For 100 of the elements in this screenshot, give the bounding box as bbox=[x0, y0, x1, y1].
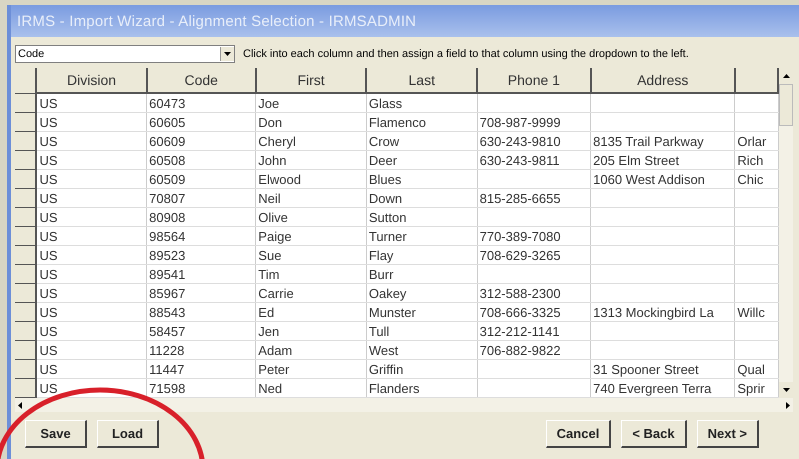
row-selector[interactable] bbox=[15, 284, 36, 302]
row-selector[interactable] bbox=[15, 360, 36, 378]
row-selector[interactable] bbox=[15, 378, 36, 398]
table-cell: Ed bbox=[256, 302, 366, 322]
column-header[interactable]: Address bbox=[590, 68, 735, 93]
table-cell: John bbox=[256, 150, 366, 170]
column-header[interactable]: First bbox=[256, 68, 366, 93]
table-cell: US bbox=[36, 340, 147, 360]
table-cell: Flamenco bbox=[366, 112, 478, 132]
table-cell: 1060 West Addison bbox=[590, 170, 735, 188]
table-cell: Paige bbox=[256, 226, 366, 246]
table-cell: Rich bbox=[734, 150, 778, 170]
table-cell: 60509 bbox=[146, 170, 256, 188]
table-cell: Elwood bbox=[256, 170, 366, 188]
table-cell: Tull bbox=[366, 322, 478, 340]
table-cell: US bbox=[36, 132, 147, 150]
table-cell: 70807 bbox=[146, 188, 256, 208]
field-dropdown[interactable]: Code bbox=[15, 45, 235, 63]
table-cell: Griffin bbox=[366, 360, 478, 378]
table-cell: Willc bbox=[734, 302, 778, 322]
table-cell: US bbox=[36, 93, 147, 112]
blank-column-header[interactable] bbox=[734, 68, 778, 93]
column-header[interactable]: Last bbox=[366, 68, 478, 93]
table-cell: 11447 bbox=[146, 360, 256, 378]
table-cell: Cheryl bbox=[256, 132, 366, 150]
table-cell: Peter bbox=[256, 360, 366, 378]
table-cell: Joe bbox=[256, 93, 366, 112]
row-selector[interactable] bbox=[15, 132, 36, 150]
table-cell: 8135 Trail Parkway bbox=[590, 132, 735, 150]
dialog-button[interactable]: Next > bbox=[696, 420, 759, 448]
scroll-down-icon[interactable] bbox=[779, 382, 793, 398]
column-header[interactable]: Division bbox=[36, 68, 147, 93]
row-selector[interactable] bbox=[15, 246, 36, 264]
table-cell: US bbox=[36, 112, 147, 132]
column-header[interactable]: Phone 1 bbox=[477, 68, 591, 93]
table-cell: 58457 bbox=[146, 322, 256, 340]
table-cell: Orlar bbox=[734, 132, 778, 150]
table-cell: 88543 bbox=[146, 302, 256, 322]
table-cell: West bbox=[366, 340, 478, 360]
horizontal-scrollbar[interactable] bbox=[15, 398, 793, 412]
table-cell: 60473 bbox=[146, 93, 256, 112]
table-cell: 89541 bbox=[146, 264, 256, 284]
vertical-scrollbar[interactable] bbox=[779, 68, 793, 398]
window-title: IRMS - Import Wizard - Alignment Selection - IRMSADMIN bbox=[17, 12, 416, 30]
table-cell: Crow bbox=[366, 132, 478, 150]
row-selector[interactable] bbox=[15, 93, 36, 112]
row-selector[interactable] bbox=[15, 208, 36, 226]
row-selector[interactable] bbox=[15, 112, 36, 132]
table-cell: 630-243-9810 bbox=[477, 132, 591, 150]
table-cell: Carrie bbox=[256, 284, 366, 302]
table-cell: Burr bbox=[366, 264, 478, 284]
column-header[interactable]: Code bbox=[146, 68, 256, 93]
row-selector[interactable] bbox=[15, 302, 36, 322]
row-selector[interactable] bbox=[15, 150, 36, 170]
table-cell: Chic bbox=[734, 170, 778, 188]
dialog-button[interactable]: Cancel bbox=[546, 420, 612, 448]
table-cell: Sutton bbox=[366, 208, 478, 226]
table-cell: US bbox=[36, 226, 147, 246]
row-selector[interactable] bbox=[15, 340, 36, 360]
table-cell: 708-629-3265 bbox=[477, 246, 591, 264]
table-cell: 312-588-2300 bbox=[477, 284, 591, 302]
table-cell: US bbox=[36, 360, 147, 378]
table-cell: US bbox=[36, 264, 147, 284]
table-cell: US bbox=[36, 302, 147, 322]
row-selector[interactable] bbox=[15, 188, 36, 208]
table-cell: US bbox=[36, 170, 147, 188]
table-cell: Flay bbox=[366, 246, 478, 264]
table-cell: US bbox=[36, 188, 147, 208]
row-selector[interactable] bbox=[15, 170, 36, 188]
table-cell: 205 Elm Street bbox=[590, 150, 735, 170]
dialog-button[interactable]: Save bbox=[25, 420, 87, 448]
table-cell: 1313 Mockingbird La bbox=[590, 302, 735, 322]
table-cell: US bbox=[36, 246, 147, 264]
table-cell: Olive bbox=[256, 208, 366, 226]
table-cell: 708-987-9999 bbox=[477, 112, 591, 132]
table-cell: Adam bbox=[256, 340, 366, 360]
scrollbar-thumb[interactable] bbox=[779, 84, 793, 126]
table-cell: 815-285-6655 bbox=[477, 188, 591, 208]
table-cell: Turner bbox=[366, 226, 478, 246]
table-cell: 630-243-9811 bbox=[477, 150, 591, 170]
dialog-button[interactable]: Load bbox=[97, 420, 159, 448]
table-cell: 708-666-3325 bbox=[477, 302, 591, 322]
table-cell: Deer bbox=[366, 150, 478, 170]
dialog-button[interactable]: < Back bbox=[621, 420, 687, 448]
table-cell: US bbox=[36, 208, 147, 226]
table-cell: 31 Spooner Street bbox=[590, 360, 735, 378]
table-cell: 80908 bbox=[146, 208, 256, 226]
table-cell: Down bbox=[366, 188, 478, 208]
table-cell: 312-212-1141 bbox=[477, 322, 591, 340]
row-selector[interactable] bbox=[15, 226, 36, 246]
table-cell: Munster bbox=[366, 302, 478, 322]
table-cell: US bbox=[36, 322, 147, 340]
table-cell: Glass bbox=[366, 93, 478, 112]
table-cell: 89523 bbox=[146, 246, 256, 264]
row-selector[interactable] bbox=[15, 322, 36, 340]
instruction-text: Click into each column and then assign a field to that column using the dropdown to the left. bbox=[243, 48, 689, 60]
table-cell: US bbox=[36, 150, 147, 170]
row-selector[interactable] bbox=[15, 264, 36, 284]
table-cell: Jen bbox=[256, 322, 366, 340]
table-cell: 60508 bbox=[146, 150, 256, 170]
